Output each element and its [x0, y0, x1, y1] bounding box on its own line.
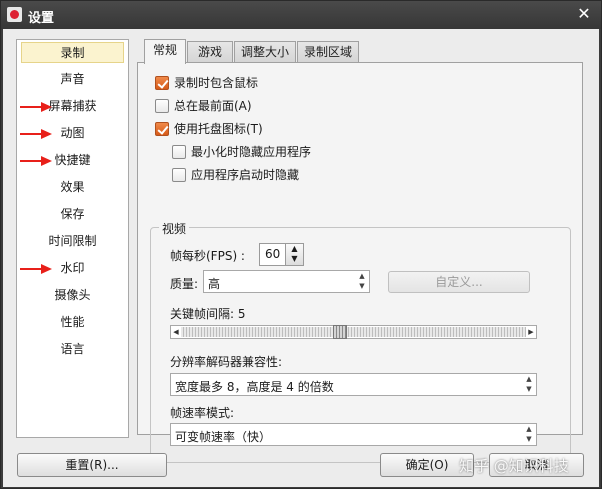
fps-spinner[interactable]: 60 ▲ ▼ — [259, 243, 304, 266]
sidebar-item-sound[interactable]: 声音 — [21, 69, 124, 90]
hide-on-start-label: 应用程序启动时隐藏 — [191, 168, 300, 182]
keyframe-interval-label: 关键帧间隔: 5 — [170, 307, 246, 321]
include-cursor-label: 录制时包含鼠标 — [174, 76, 259, 90]
sidebar-item-performance[interactable]: 性能 — [21, 312, 124, 333]
fps-label: 帧每秒(FPS) : — [170, 249, 245, 263]
general-tab-panel: 录制时包含鼠标 总在最前面(A) 使用托盘图标(T) 最小化时隐藏应用程序 应用… — [137, 62, 583, 463]
video-group-label: 视频 — [159, 220, 190, 237]
close-icon[interactable]: ✕ — [575, 4, 593, 24]
fps-value: 60 — [265, 247, 281, 261]
framerate-mode-value: 可变帧速率（快） — [175, 430, 272, 444]
tab-game[interactable]: 游戏 — [187, 41, 233, 63]
video-group: 视频 帧每秒(FPS) : 60 ▲ ▼ 质量: 高 ▲ ▼ 自定义... 关键帧间… — [150, 220, 571, 463]
reset-button[interactable]: 重置(R)... — [17, 453, 167, 477]
chevron-updown-icon: ▲ ▼ — [526, 425, 532, 443]
slider-left-icon[interactable]: ◀ — [171, 326, 181, 338]
settings-window: 设置 ✕ 录制 声音 屏幕捕获 动图 快捷键 效果 保存 时间限制 水印 摄像头… — [0, 0, 602, 489]
custom-quality-button[interactable]: 自定义... — [388, 271, 530, 293]
tab-resize[interactable]: 调整大小 — [234, 41, 296, 63]
quality-select[interactable]: 高 ▲ ▼ — [203, 270, 370, 293]
sidebar-item-language[interactable]: 语言 — [21, 339, 124, 360]
hide-on-minimize-checkbox[interactable] — [172, 145, 186, 159]
sidebar-item-time-limit[interactable]: 时间限制 — [21, 231, 124, 252]
resolution-compat-label: 分辨率解码器兼容性: — [170, 355, 283, 369]
app-icon — [7, 7, 22, 22]
include-cursor-checkbox[interactable] — [155, 76, 169, 90]
window-title: 设置 — [28, 11, 55, 26]
category-sidebar: 录制 声音 屏幕捕获 动图 快捷键 效果 保存 时间限制 水印 摄像头 性能 语… — [16, 39, 129, 438]
quality-value: 高 — [208, 277, 221, 291]
red-arrow-icon — [20, 129, 52, 139]
ok-button[interactable]: 确定(O) — [380, 453, 474, 477]
red-arrow-icon — [20, 102, 52, 112]
red-arrow-icon — [20, 264, 52, 274]
tray-icon-label: 使用托盘图标(T) — [174, 122, 263, 136]
slider-track — [181, 327, 526, 337]
quality-label: 质量: — [170, 277, 199, 291]
dialog-client: 录制 声音 屏幕捕获 动图 快捷键 效果 保存 时间限制 水印 摄像头 性能 语… — [3, 29, 599, 487]
sidebar-item-webcam[interactable]: 摄像头 — [21, 285, 124, 306]
slider-right-icon[interactable]: ▶ — [526, 326, 536, 338]
tab-general[interactable]: 常规 — [144, 39, 186, 64]
sidebar-item-effects[interactable]: 效果 — [21, 177, 124, 198]
red-arrow-icon — [20, 156, 52, 166]
spin-arrows-icon[interactable]: ▲ ▼ — [285, 244, 303, 265]
always-on-top-checkbox[interactable] — [155, 99, 169, 113]
always-on-top-label: 总在最前面(A) — [174, 99, 252, 113]
sidebar-item-record[interactable]: 录制 — [21, 42, 124, 63]
title-bar: 设置 ✕ — [1, 1, 601, 29]
sidebar-item-save[interactable]: 保存 — [21, 204, 124, 225]
framerate-mode-label: 帧速率模式: — [170, 406, 235, 420]
keyframe-interval-slider[interactable]: ◀ ▶ — [170, 325, 537, 339]
chevron-updown-icon: ▲ ▼ — [526, 375, 532, 393]
resolution-compat-select[interactable]: 宽度最多 8，高度是 4 的倍数 ▲ ▼ — [170, 373, 537, 396]
framerate-mode-select[interactable]: 可变帧速率（快） ▲ ▼ — [170, 423, 537, 446]
chevron-updown-icon: ▲ ▼ — [359, 272, 365, 290]
resolution-compat-value: 宽度最多 8，高度是 4 的倍数 — [175, 380, 334, 394]
slider-thumb[interactable] — [333, 325, 348, 339]
hide-on-minimize-label: 最小化时隐藏应用程序 — [191, 145, 312, 159]
tray-icon-checkbox[interactable] — [155, 122, 169, 136]
hide-on-start-checkbox[interactable] — [172, 168, 186, 182]
tab-record-area[interactable]: 录制区域 — [297, 41, 359, 63]
cancel-button[interactable]: 取消 — [489, 453, 584, 477]
